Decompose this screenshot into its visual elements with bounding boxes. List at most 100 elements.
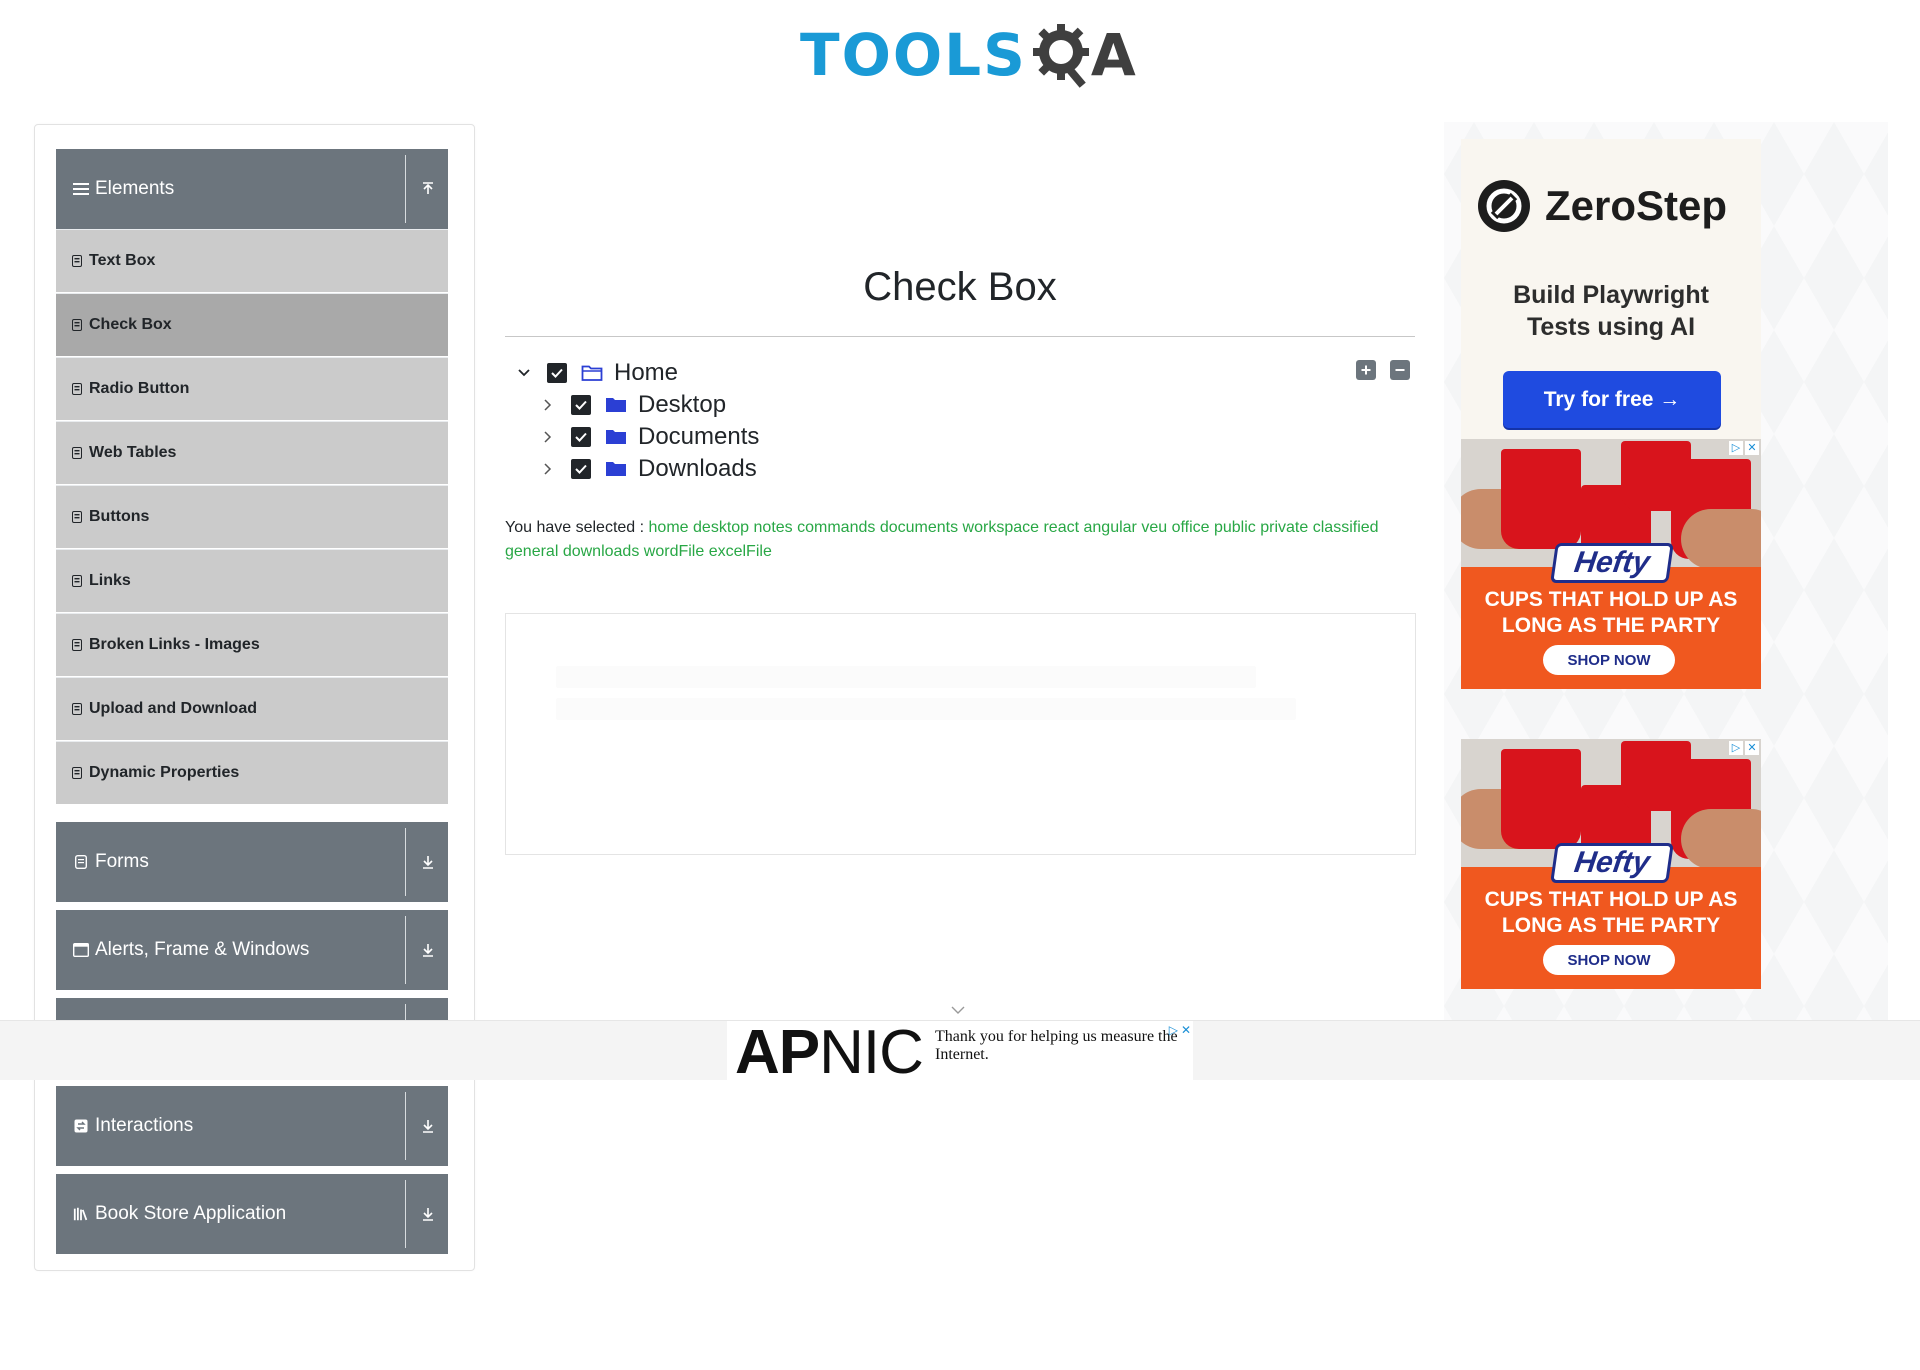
zerostep-logo: ZeroStep: [1477, 179, 1727, 233]
headline-line: LONG AS THE PARTY: [1501, 914, 1721, 937]
hefty-headline: CUPS THAT HOLD UP AS LONG AS THE PARTY: [1461, 587, 1761, 639]
close-ad-icon[interactable]: ✕: [1745, 741, 1759, 755]
ad-choices[interactable]: ▷ ✕: [1729, 741, 1759, 757]
expand-arrow-icon[interactable]: [416, 1114, 440, 1138]
tree-label-desktop[interactable]: Desktop: [638, 391, 726, 419]
ad-column: ZeroStep Build Playwright Tests using AI…: [1444, 122, 1888, 1022]
ad-choices[interactable]: ▷ ✕: [1729, 441, 1759, 457]
try-for-free-button[interactable]: Try for free →: [1503, 371, 1721, 428]
menu-item-upload-download[interactable]: Upload and Download: [56, 677, 448, 740]
group-header-book-store[interactable]: Book Store Application: [56, 1174, 448, 1254]
tree-label-home[interactable]: Home: [614, 359, 678, 387]
chevron-down-icon[interactable]: [948, 1001, 968, 1019]
chevron-right-icon[interactable]: [538, 459, 558, 479]
hamburger-icon: [73, 181, 89, 197]
close-ad-icon[interactable]: ✕: [1181, 1023, 1191, 1037]
list-icon: [71, 510, 83, 524]
menu-item-dynamic-properties[interactable]: Dynamic Properties: [56, 741, 448, 804]
tree-node-documents: Documents: [538, 422, 759, 452]
hand-shape: [1681, 809, 1761, 869]
list-icon: [71, 702, 83, 716]
menu-item-web-tables[interactable]: Web Tables: [56, 421, 448, 484]
tree-label-downloads[interactable]: Downloads: [638, 455, 757, 483]
chevron-right-icon[interactable]: [538, 395, 558, 415]
group-header-forms[interactable]: Forms: [56, 822, 448, 902]
shop-now-button[interactable]: SHOP NOW: [1543, 645, 1675, 675]
red-cup: [1501, 749, 1581, 849]
selected-item: angular: [1083, 519, 1137, 536]
ad-choices[interactable]: ▷ ✕: [1169, 1023, 1191, 1037]
expand-arrow-icon[interactable]: [416, 938, 440, 962]
elements-menu-list: Text Box Check Box Radio Button Web Tabl…: [56, 229, 448, 805]
chevron-right-icon[interactable]: [538, 427, 558, 447]
menu-item-text-box[interactable]: Text Box: [56, 229, 448, 292]
menu-item-broken-links[interactable]: Broken Links - Images: [56, 613, 448, 676]
checkbox-documents[interactable]: [571, 427, 591, 447]
menu-item-links[interactable]: Links: [56, 549, 448, 612]
selected-item: excelFile: [708, 543, 772, 560]
group-header-interactions[interactable]: Interactions: [56, 1086, 448, 1166]
checkbox-home[interactable]: [547, 363, 567, 383]
apnic-message: Thank you for helping us measure the Int…: [935, 1028, 1178, 1063]
group-header-elements[interactable]: Elements: [56, 149, 448, 229]
hefty-banner: Hefty CUPS THAT HOLD UP AS LONG AS THE P…: [1461, 843, 1761, 989]
menu-item-label: Check Box: [89, 316, 172, 333]
expand-arrow-icon[interactable]: [416, 850, 440, 874]
zerostep-tagline: Build Playwright Tests using AI: [1461, 279, 1761, 343]
folder-icon: [605, 459, 627, 479]
collapse-all-button[interactable]: [1390, 360, 1410, 380]
apnic-ad[interactable]: APNIC Thank you for helping us measure t…: [727, 1021, 1193, 1084]
group-header-alerts[interactable]: Alerts, Frame & Windows: [56, 910, 448, 990]
adchoices-icon[interactable]: ▷: [1169, 1023, 1178, 1037]
logo-qa: A: [1031, 20, 1136, 90]
checkbox-tree: Home Desktop Documents Downloads: [505, 358, 1415, 488]
adchoices-icon[interactable]: ▷: [1729, 741, 1743, 755]
expand-all-button[interactable]: [1356, 360, 1376, 380]
logo-text: TOOLS: [800, 21, 1027, 89]
selected-item: workspace: [962, 519, 1040, 536]
menu-item-label: Broken Links - Images: [89, 636, 260, 653]
apnic-logo: APNIC: [735, 1022, 924, 1084]
adchoices-icon[interactable]: ▷: [1729, 441, 1743, 455]
menu-item-label: Web Tables: [89, 444, 177, 461]
title-divider: [505, 336, 1415, 337]
close-ad-icon[interactable]: ✕: [1745, 441, 1759, 455]
menu-item-radio-button[interactable]: Radio Button: [56, 357, 448, 420]
toolsqa-logo[interactable]: TOOLS A: [800, 14, 1136, 96]
selected-item: desktop: [693, 519, 750, 536]
zerostep-ad[interactable]: ZeroStep Build Playwright Tests using AI…: [1461, 139, 1761, 439]
logo-a: A: [1090, 21, 1136, 89]
list-icon: [71, 318, 83, 332]
collapse-arrow-icon[interactable]: [416, 177, 440, 201]
tree-node-home: Home: [514, 358, 678, 388]
menu-item-label: Buttons: [89, 508, 150, 525]
books-icon: [73, 1206, 89, 1222]
selected-item: general: [505, 543, 559, 560]
checkbox-desktop[interactable]: [571, 395, 591, 415]
checkbox-downloads[interactable]: [571, 459, 591, 479]
group-label: Alerts, Frame & Windows: [95, 939, 310, 960]
interactions-icon: [73, 1118, 89, 1134]
selected-item: home: [648, 519, 689, 536]
hefty-logo: Hefty: [1550, 543, 1674, 583]
content-placeholder: [505, 613, 1416, 855]
selected-item: office: [1171, 519, 1210, 536]
tree-label-documents[interactable]: Documents: [638, 423, 759, 451]
hefty-ad[interactable]: Hefty CUPS THAT HOLD UP AS LONG AS THE P…: [1461, 439, 1761, 689]
zerostep-name: ZeroStep: [1545, 182, 1728, 229]
menu-item-buttons[interactable]: Buttons: [56, 485, 448, 548]
selected-item: documents: [879, 519, 959, 536]
selected-item: notes: [753, 519, 793, 536]
apnic-thin: NIC: [819, 1018, 924, 1087]
divider: [405, 916, 406, 984]
headline-line: LONG AS THE PARTY: [1501, 614, 1721, 637]
chevron-down-icon[interactable]: [514, 363, 534, 383]
menu-item-check-box[interactable]: Check Box: [56, 293, 448, 356]
red-cup: [1501, 449, 1581, 549]
list-icon: [71, 574, 83, 588]
expand-arrow-icon[interactable]: [416, 1202, 440, 1226]
hefty-ad[interactable]: Hefty CUPS THAT HOLD UP AS LONG AS THE P…: [1461, 739, 1761, 989]
divider: [405, 1092, 406, 1160]
tree-node-desktop: Desktop: [538, 390, 726, 420]
shop-now-button[interactable]: SHOP NOW: [1543, 945, 1675, 975]
